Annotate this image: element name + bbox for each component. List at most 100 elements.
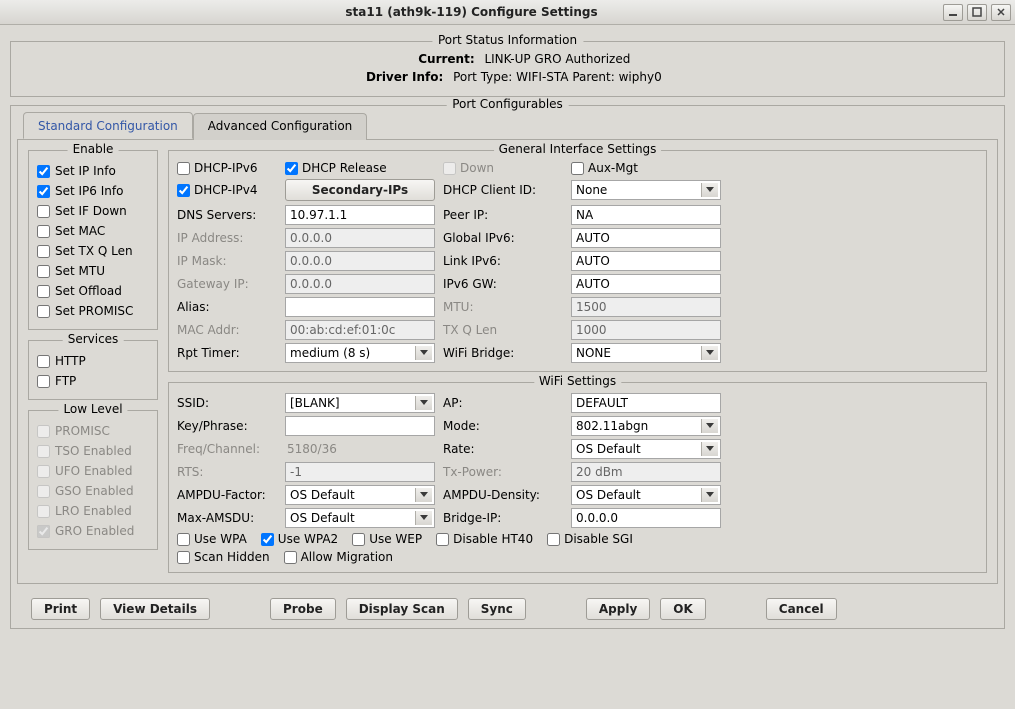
checkbox [37,445,50,458]
checkbox-label: Set MAC [55,222,105,240]
mode-select[interactable]: 802.11abgn [571,416,721,436]
max-amsdu-select[interactable]: OS Default [285,508,435,528]
checkbox[interactable] [37,165,50,178]
general-settings-title: General Interface Settings [494,142,662,156]
titlebar: sta11 (ath9k-119) Configure Settings [0,0,1015,25]
freq-label: Freq/Channel: [177,442,277,456]
dhcp-ipv4-checkbox[interactable]: DHCP-IPv4 [177,183,277,197]
port-configurables-title: Port Configurables [446,97,569,111]
checkbox[interactable] [37,205,50,218]
gateway-ip-label: Gateway IP: [177,277,277,291]
dns-label: DNS Servers: [177,208,277,222]
checkbox[interactable] [37,285,50,298]
checkbox[interactable] [37,305,50,318]
checkbox[interactable] [37,375,50,388]
scan-hidden-checkbox[interactable]: Scan Hidden [177,550,270,564]
checkbox[interactable] [37,245,50,258]
checkbox-label: UFO Enabled [55,462,132,480]
probe-button[interactable]: Probe [270,598,336,620]
checkbox [37,505,50,518]
sync-button[interactable]: Sync [468,598,526,620]
use-wep-checkbox[interactable]: Use WEP [352,532,422,546]
enable-item-set-tx-q-len[interactable]: Set TX Q Len [37,241,149,261]
minimize-button[interactable] [943,4,963,21]
display-scan-button[interactable]: Display Scan [346,598,458,620]
checkbox[interactable] [37,185,50,198]
rts-label: RTS: [177,465,277,479]
enable-item-set-offload[interactable]: Set Offload [37,281,149,301]
lowlevel-legend: Low Level [58,402,127,416]
ampdu-density-select[interactable]: OS Default [571,485,721,505]
view-details-button[interactable]: View Details [100,598,210,620]
rate-select[interactable]: OS Default [571,439,721,459]
checkbox-label: LRO Enabled [55,502,132,520]
checkbox-label: Set TX Q Len [55,242,133,260]
ipv6-gw-input[interactable] [571,274,721,294]
current-label: Current: [385,50,475,68]
ok-button[interactable]: OK [660,598,706,620]
apply-button[interactable]: Apply [586,598,650,620]
maximize-button[interactable] [967,4,987,21]
tab-standard-configuration[interactable]: Standard Configuration [23,112,193,139]
ampdu-factor-select[interactable]: OS Default [285,485,435,505]
driver-info-value: Port Type: WIFI-STA Parent: wiphy0 [453,68,662,86]
enable-item-set-ip6-info[interactable]: Set IP6 Info [37,181,149,201]
print-button[interactable]: Print [31,598,90,620]
port-status-title: Port Status Information [432,33,583,47]
peer-ip-label: Peer IP: [443,208,563,222]
services-group: Services HTTPFTP [28,340,158,400]
general-settings-group: General Interface Settings DHCP-IPv6 DHC… [168,150,987,372]
rate-label: Rate: [443,442,563,456]
ip-mask-label: IP Mask: [177,254,277,268]
services-item-http[interactable]: HTTP [37,351,149,371]
port-status-group: Port Status Information Current: LINK-UP… [10,41,1005,97]
enable-item-set-ip-info[interactable]: Set IP Info [37,161,149,181]
close-button[interactable] [991,4,1011,21]
ssid-select[interactable]: [BLANK] [285,393,435,413]
ap-input[interactable] [571,393,721,413]
checkbox[interactable] [37,225,50,238]
alias-input[interactable] [285,297,435,317]
checkbox-label: Set MTU [55,262,105,280]
dhcp-ipv6-checkbox[interactable]: DHCP-IPv6 [177,161,277,175]
services-item-ftp[interactable]: FTP [37,371,149,391]
secondary-ips-button[interactable]: Secondary-IPs [285,179,435,201]
wifi-settings-title: WiFi Settings [534,374,621,388]
wifi-bridge-select[interactable]: NONE [571,343,721,363]
global-ipv6-label: Global IPv6: [443,231,563,245]
link-ipv6-input[interactable] [571,251,721,271]
rpt-timer-select[interactable]: medium (8 s) [285,343,435,363]
allow-migration-checkbox[interactable]: Allow Migration [284,550,393,564]
lowlevel-item-ufo-enabled: UFO Enabled [37,461,149,481]
freq-value: 5180/36 [285,442,435,456]
cancel-button[interactable]: Cancel [766,598,837,620]
peer-ip-input[interactable] [571,205,721,225]
use-wpa2-checkbox[interactable]: Use WPA2 [261,532,338,546]
enable-item-set-mac[interactable]: Set MAC [37,221,149,241]
ampdu-factor-label: AMPDU-Factor: [177,488,277,502]
enable-item-set-mtu[interactable]: Set MTU [37,261,149,281]
dns-input[interactable] [285,205,435,225]
ssid-label: SSID: [177,396,277,410]
driver-info-label: Driver Info: [353,68,443,86]
tab-bar: Standard Configuration Advanced Configur… [17,112,998,140]
disable-ht40-checkbox[interactable]: Disable HT40 [436,532,533,546]
rts-input [285,462,435,482]
aux-mgt-checkbox[interactable]: Aux-Mgt [571,161,721,175]
enable-group: Enable Set IP InfoSet IP6 InfoSet IF Dow… [28,150,158,330]
checkbox[interactable] [37,355,50,368]
use-wpa-checkbox[interactable]: Use WPA [177,532,247,546]
checkbox-label: FTP [55,372,76,390]
bridge-ip-input[interactable] [571,508,721,528]
key-input[interactable] [285,416,435,436]
global-ipv6-input[interactable] [571,228,721,248]
dhcp-release-checkbox[interactable]: DHCP Release [285,161,435,175]
window-title: sta11 (ath9k-119) Configure Settings [4,5,939,19]
enable-item-set-if-down[interactable]: Set IF Down [37,201,149,221]
dhcp-client-id-select[interactable]: None [571,180,721,200]
enable-item-set-promisc[interactable]: Set PROMISC [37,301,149,321]
key-label: Key/Phrase: [177,419,277,433]
disable-sgi-checkbox[interactable]: Disable SGI [547,532,633,546]
checkbox[interactable] [37,265,50,278]
tab-advanced-configuration[interactable]: Advanced Configuration [193,113,367,140]
